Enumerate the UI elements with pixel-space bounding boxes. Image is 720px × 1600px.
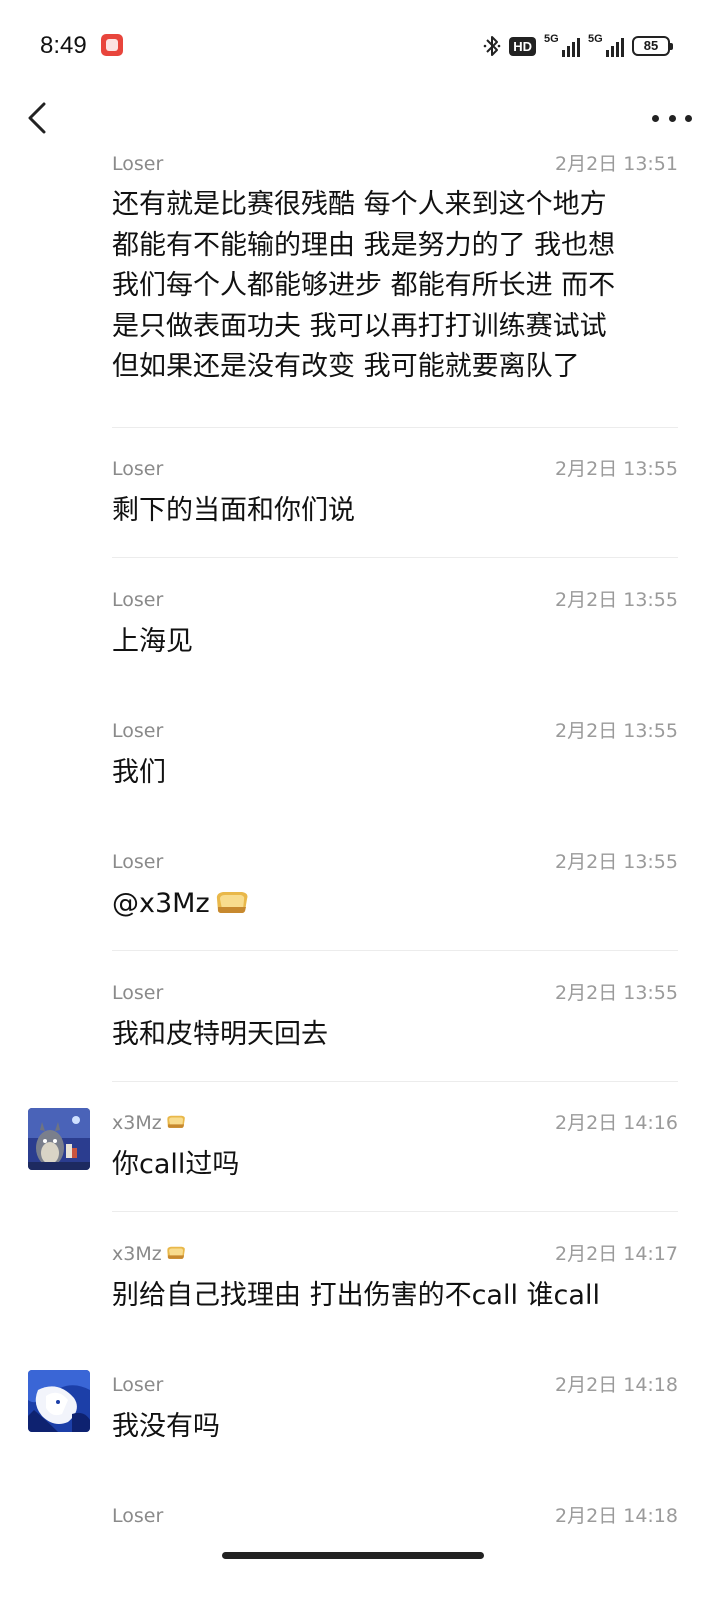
message-sender: Loser bbox=[112, 851, 164, 873]
message-time: 2月2日 14:17 bbox=[555, 1243, 678, 1265]
toast-emoji-icon bbox=[166, 1115, 185, 1128]
message-divider bbox=[112, 950, 678, 951]
message-divider bbox=[112, 427, 678, 428]
more-options-button[interactable] bbox=[652, 100, 692, 136]
message-divider bbox=[112, 557, 678, 558]
message-sender: Loser bbox=[112, 589, 164, 611]
message-sender-name: x3Mz bbox=[112, 1243, 162, 1265]
message-time: 2月2日 13:55 bbox=[555, 982, 678, 1004]
network-type-label: 5G bbox=[588, 33, 603, 45]
message-text: 剩下的当面和你们说 bbox=[112, 495, 355, 526]
message-time: 2月2日 14:16 bbox=[555, 1112, 678, 1134]
message-time: 2月2日 14:18 bbox=[555, 1374, 678, 1396]
message-sender: x3Mz bbox=[112, 1111, 187, 1135]
message-text: 我们 bbox=[112, 757, 166, 788]
message-text: 上海见 bbox=[112, 626, 193, 657]
toast-emoji-icon bbox=[166, 1246, 185, 1259]
chevron-left-icon bbox=[28, 102, 46, 134]
message-text-line: 都能有不能输的理由 我是努力的了 我也想 bbox=[112, 229, 616, 261]
toast-emoji-icon bbox=[216, 891, 248, 913]
message-time: 2月2日 13:55 bbox=[555, 720, 678, 742]
user-avatar[interactable] bbox=[28, 1108, 90, 1170]
user-avatar[interactable] bbox=[28, 1370, 90, 1432]
message-text-line: 但如果还是没有改变 我可能就要离队了 bbox=[112, 351, 580, 382]
more-dot-icon bbox=[652, 114, 659, 122]
signal-strength-icon: 5G bbox=[544, 33, 580, 57]
message-divider bbox=[112, 1081, 678, 1082]
mention-text[interactable]: @x3Mz bbox=[112, 888, 210, 919]
more-dot-icon bbox=[685, 114, 692, 122]
message-time: 2月2日 13:55 bbox=[555, 458, 678, 480]
totoro-avatar-image bbox=[28, 1108, 90, 1170]
message-sender: x3Mz bbox=[112, 1242, 187, 1266]
message-text-line: 我们每个人都能够进步 都能有所长进 而不 bbox=[112, 270, 616, 301]
nav-bar bbox=[0, 92, 720, 148]
message-text: 你call过吗 bbox=[112, 1149, 240, 1180]
message-text: 还有就是比赛很残酷 每个人来到这个地方 都能有不能输的理由 我是努力的了 我也想… bbox=[112, 185, 672, 388]
anime-avatar-image bbox=[28, 1370, 90, 1432]
message-text-line: 是只做表面功夫 我可以再打打训练赛试试 bbox=[112, 310, 607, 342]
message-list: Loser 2月2日 13:51 还有就是比赛很残酷 每个人来到这个地方 都能有… bbox=[0, 0, 720, 1600]
message-time: 2月2日 13:55 bbox=[555, 589, 678, 611]
message-sender: Loser bbox=[112, 982, 164, 1004]
message-time: 2月2日 13:55 bbox=[555, 851, 678, 873]
more-dot-icon bbox=[668, 114, 676, 122]
message-text: 我和皮特明天回去 bbox=[112, 1019, 328, 1050]
message-sender-name: x3Mz bbox=[112, 1112, 162, 1134]
message-time: 2月2日 14:18 bbox=[555, 1505, 678, 1527]
app-notification-icon bbox=[101, 34, 123, 56]
message-sender: Loser bbox=[112, 458, 164, 480]
status-icons: HD 5G 5G 85 bbox=[483, 32, 673, 60]
status-bar: 8:49 HD 5G 5G 85 bbox=[0, 0, 720, 92]
bluetooth-icon bbox=[483, 36, 501, 56]
back-button[interactable] bbox=[22, 96, 62, 140]
status-time: 8:49 bbox=[40, 32, 87, 59]
home-indicator[interactable] bbox=[222, 1552, 484, 1559]
message-text: @x3Mz bbox=[112, 884, 672, 925]
message-text-line: 还有就是比赛很残酷 每个人来到这个地方 bbox=[112, 189, 607, 220]
message-divider bbox=[112, 1211, 678, 1212]
message-time: 2月2日 13:51 bbox=[555, 153, 678, 175]
message-sender: Loser bbox=[112, 1374, 164, 1396]
hd-voice-icon: HD bbox=[509, 36, 536, 56]
message-text: 别给自己找理由 打出伤害的不call 谁call bbox=[112, 1280, 600, 1311]
message-sender: Loser bbox=[112, 1505, 164, 1527]
message-sender: Loser bbox=[112, 153, 164, 175]
signal-strength-icon: 5G bbox=[588, 33, 624, 57]
message-text: 我没有吗 bbox=[112, 1411, 220, 1442]
battery-icon: 85 bbox=[632, 36, 673, 56]
message-sender: Loser bbox=[112, 720, 164, 742]
network-type-label: 5G bbox=[544, 33, 559, 45]
